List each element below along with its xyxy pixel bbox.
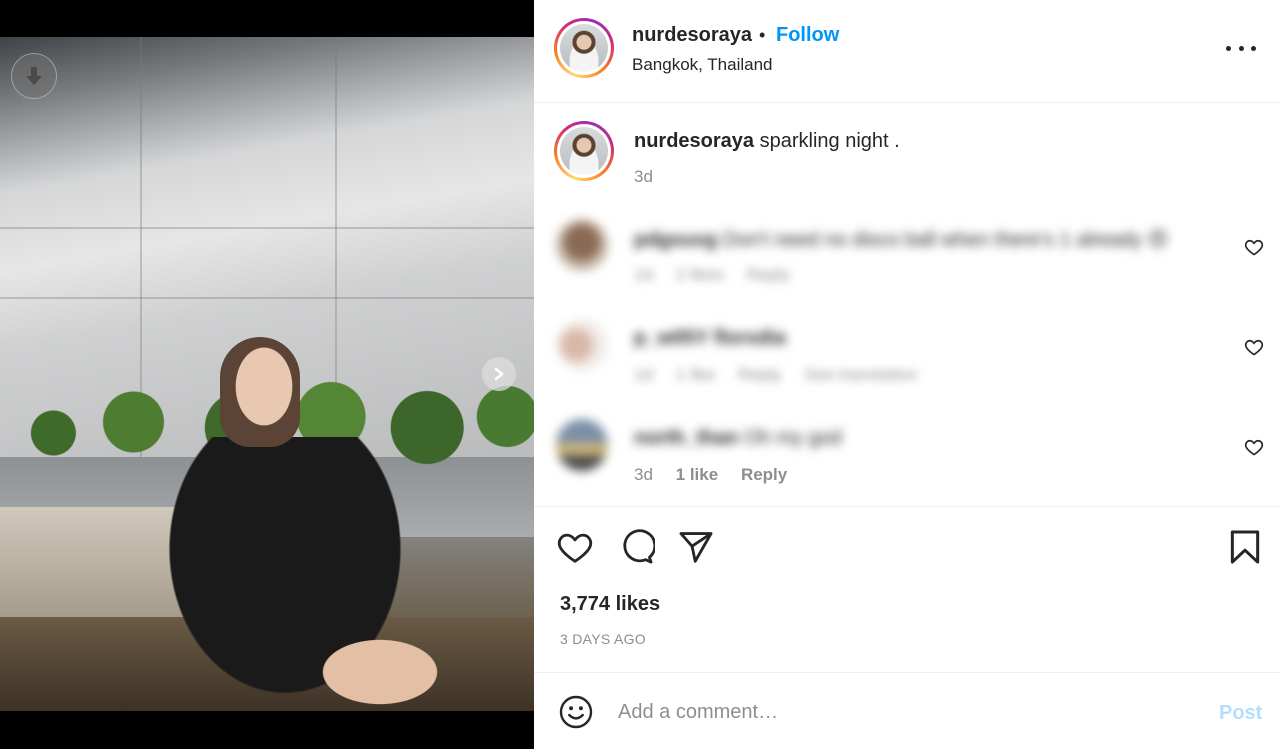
- download-button[interactable]: [11, 53, 57, 99]
- likes-count[interactable]: 3,774 likes: [560, 593, 660, 616]
- bookmark-icon[interactable]: [1226, 528, 1264, 566]
- comment-reply-button[interactable]: Reply: [741, 465, 787, 484]
- comment-username[interactable]: p_w05Y florsdia: [634, 327, 786, 349]
- comment-time[interactable]: 1d: [634, 265, 653, 284]
- follow-button[interactable]: Follow: [776, 24, 839, 47]
- chevron-right-icon: [494, 367, 504, 381]
- comment-meta: 1d 1 like Reply See translation: [634, 365, 936, 385]
- comment-likes[interactable]: 2 likes: [676, 265, 724, 284]
- next-media-button[interactable]: [482, 357, 516, 391]
- avatar-image: [560, 24, 608, 72]
- comment-input[interactable]: [618, 694, 1178, 730]
- comment-meta: 1d 2 likes Reply: [634, 265, 808, 285]
- photo-detail: [0, 297, 534, 299]
- see-translation-button[interactable]: See translation: [804, 365, 917, 384]
- post-comment-button[interactable]: Post: [1219, 702, 1262, 725]
- post-date: 3 DAYS AGO: [560, 631, 646, 647]
- heart-icon[interactable]: [556, 528, 594, 566]
- comment-body: p_w05Y florsdia: [634, 327, 786, 350]
- post-photo[interactable]: [0, 37, 534, 711]
- comment-reply-button[interactable]: Reply: [747, 265, 790, 284]
- more-horizontal-icon: [1251, 45, 1256, 51]
- comment-text: Oh my god: [744, 427, 842, 449]
- comment-item: north_than Oh my god 3d 1 like Reply: [534, 419, 1280, 509]
- comment-item: p_w05Y florsdia 1d 1 like Reply See tran…: [534, 319, 1280, 409]
- comment-composer: Post: [534, 674, 1280, 749]
- comment-likes[interactable]: 1 like: [676, 465, 719, 484]
- comment-username[interactable]: pdgsuvg: [634, 229, 717, 251]
- comment-like-heart-icon[interactable]: [1244, 437, 1264, 457]
- caption-username[interactable]: nurdesoraya: [634, 130, 754, 152]
- post-header: nurdesoraya • Follow Bangkok, Thailand: [534, 0, 1280, 103]
- photo-figure-head: [220, 337, 300, 447]
- comment-icon[interactable]: [617, 528, 655, 566]
- avatar-image: [560, 127, 608, 175]
- caption-avatar[interactable]: [554, 121, 614, 181]
- caption-timestamp[interactable]: 3d: [634, 167, 653, 187]
- comment-body: pdgsuvg Don't need no disco ball when th…: [634, 227, 1168, 252]
- comment-avatar[interactable]: [556, 219, 608, 271]
- avatar-inner: [557, 124, 611, 178]
- avatar-inner: [557, 21, 611, 75]
- paper-plane-icon[interactable]: [677, 528, 715, 566]
- comment-likes[interactable]: 1 like: [676, 365, 716, 384]
- comment-avatar[interactable]: [556, 419, 608, 471]
- author-username[interactable]: nurdesoraya: [632, 24, 752, 47]
- caption-text: sparkling night .: [759, 130, 900, 152]
- more-horizontal-icon: [1226, 45, 1231, 51]
- comment-item: pdgsuvg Don't need no disco ball when th…: [534, 219, 1280, 309]
- post-actions: 3,774 likes 3 DAYS AGO: [534, 506, 1280, 673]
- photo-figure-legs: [300, 627, 460, 711]
- comment-username[interactable]: north_than: [634, 427, 738, 449]
- more-options-button[interactable]: [1226, 36, 1256, 60]
- caption: nurdesoraya sparkling night .: [634, 130, 900, 153]
- avatar[interactable]: [554, 18, 614, 78]
- comment-avatar[interactable]: [556, 319, 608, 371]
- comment-meta: 3d 1 like Reply: [634, 465, 805, 485]
- download-arrow-icon: [26, 67, 42, 85]
- post-side-panel: nurdesoraya • Follow Bangkok, Thailand n…: [534, 0, 1280, 749]
- separator-dot: •: [759, 25, 766, 45]
- comment-like-heart-icon[interactable]: [1244, 337, 1264, 357]
- comment-reply-button[interactable]: Reply: [738, 365, 781, 384]
- photo-detail: [0, 227, 534, 229]
- location-link[interactable]: Bangkok, Thailand: [632, 55, 773, 75]
- comment-time[interactable]: 1d: [634, 365, 653, 384]
- comment-like-heart-icon[interactable]: [1244, 237, 1264, 257]
- comment-body: north_than Oh my god: [634, 427, 842, 450]
- comment-text: Don't need no disco ball when there's 1 …: [722, 229, 1169, 251]
- smiley-icon[interactable]: [558, 694, 594, 730]
- media-pane: [0, 0, 534, 749]
- more-horizontal-icon: [1238, 45, 1244, 51]
- comment-time[interactable]: 3d: [634, 465, 653, 484]
